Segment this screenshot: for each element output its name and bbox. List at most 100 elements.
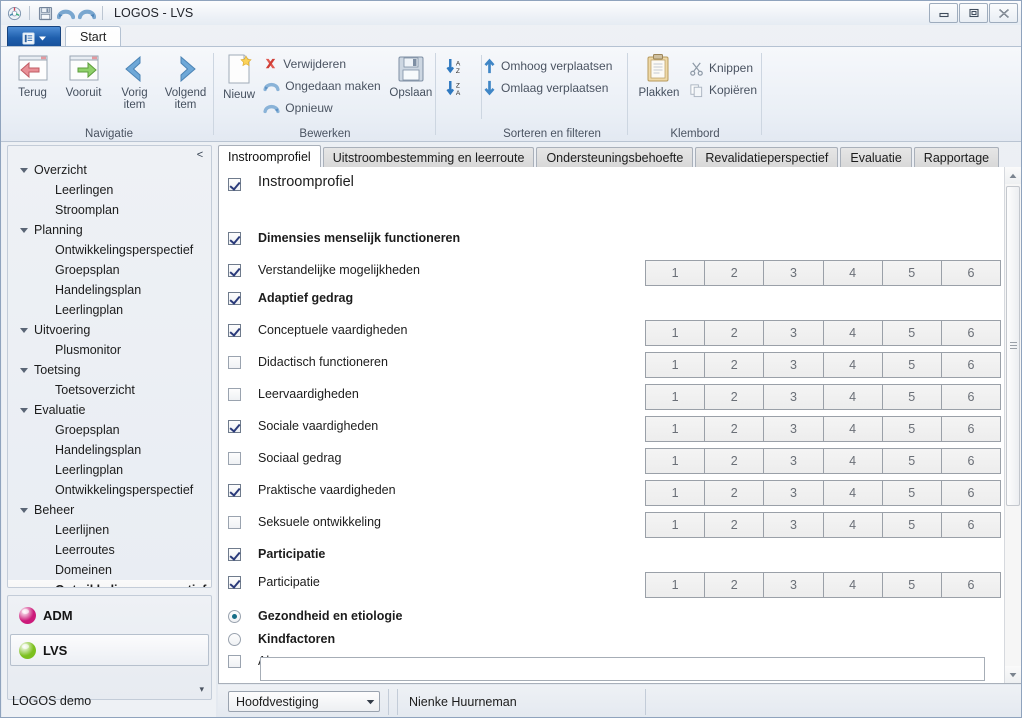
rating-scale-cell-1[interactable]: 1: [646, 573, 706, 597]
sidebar-item-plusmonitor[interactable]: Plusmonitor: [8, 340, 211, 360]
rating-scale-cell-3[interactable]: 3: [764, 481, 824, 505]
rating-scale-cell-2[interactable]: 2: [705, 417, 765, 441]
sidebar-item-ontwikkelingsperspectief[interactable]: Ontwikkelingsperspectief: [8, 480, 211, 500]
rating-scale-cell-3[interactable]: 3: [764, 321, 824, 345]
profile-row-checkbox[interactable]: [228, 655, 241, 668]
rating-scale-cell-1[interactable]: 1: [646, 481, 706, 505]
sort-ascending-button[interactable]: A Z: [443, 55, 467, 77]
scroll-down-button[interactable]: [1005, 666, 1021, 683]
profile-row-checkbox[interactable]: [228, 292, 241, 305]
sidebar-item-ontwikkelingsperspectief[interactable]: Ontwikkelingsperspectief: [8, 240, 211, 260]
tab-start[interactable]: Start: [65, 26, 122, 47]
redo-icon[interactable]: [78, 4, 96, 22]
rating-scale-cell-4[interactable]: 4: [823, 385, 883, 409]
rating-scale-cell-3[interactable]: 3: [764, 353, 824, 377]
rating-scale-cell-2[interactable]: 2: [705, 385, 765, 409]
profile-row-radio[interactable]: [228, 610, 241, 623]
profile-row-checkbox[interactable]: [228, 264, 241, 277]
sidebar-item-groepsplan[interactable]: Groepsplan: [8, 260, 211, 280]
rating-scale-cell-4[interactable]: 4: [823, 353, 883, 377]
profile-row-checkbox[interactable]: [228, 356, 241, 369]
rating-scale-cell-4[interactable]: 4: [823, 513, 883, 537]
profile-row-checkbox[interactable]: [228, 388, 241, 401]
expand-triangle-icon[interactable]: [20, 227, 28, 233]
rating-scale-cell-1[interactable]: 1: [646, 417, 706, 441]
sidebar-item-leerlingplan[interactable]: Leerlingplan: [8, 460, 211, 480]
rating-scale-cell-1[interactable]: 1: [646, 321, 706, 345]
scroll-up-button[interactable]: [1005, 167, 1021, 184]
rating-scale-cell-1[interactable]: 1: [646, 449, 706, 473]
new-button[interactable]: Nieuw: [217, 49, 261, 101]
redo-button[interactable]: Opnieuw: [261, 97, 382, 119]
sidebar-item-handelingsplan[interactable]: Handelingsplan: [8, 280, 211, 300]
rating-scale-cell-6[interactable]: 6: [941, 449, 1001, 473]
rating-scale-cell-2[interactable]: 2: [705, 261, 765, 285]
sidebar-item-domeinen[interactable]: Domeinen: [8, 560, 211, 580]
rating-scale-cell-5[interactable]: 5: [882, 449, 942, 473]
sidebar-item-overzicht[interactable]: Overzicht: [8, 160, 211, 180]
save-icon[interactable]: [36, 4, 54, 22]
move-up-button[interactable]: Omhoog verplaatsen: [481, 55, 614, 77]
rating-scale-cell-5[interactable]: 5: [882, 513, 942, 537]
rating-scale-cell-6[interactable]: 6: [941, 261, 1001, 285]
profile-row-checkbox[interactable]: [228, 420, 241, 433]
rating-scale-cell-5[interactable]: 5: [882, 261, 942, 285]
minimize-button[interactable]: [929, 3, 958, 23]
profile-row-checkbox[interactable]: [228, 576, 241, 589]
sidebar-item-stroomplan[interactable]: Stroomplan: [8, 200, 211, 220]
rating-scale-cell-5[interactable]: 5: [882, 353, 942, 377]
sidebar-item-planning[interactable]: Planning: [8, 220, 211, 240]
nav-next-item-button[interactable]: Volgend item: [160, 49, 211, 111]
rating-scale-cell-6[interactable]: 6: [941, 321, 1001, 345]
rating-scale-cell-6[interactable]: 6: [941, 353, 1001, 377]
sidebar-item-leerlingplan[interactable]: Leerlingplan: [8, 300, 211, 320]
sidebar-item-ontwikkelingsperspectief[interactable]: Ontwikkelingsperspectief: [8, 580, 211, 587]
profile-row-checkbox[interactable]: [228, 516, 241, 529]
cut-button[interactable]: Knippen: [687, 57, 759, 79]
rating-scale-cell-2[interactable]: 2: [705, 321, 765, 345]
rating-scale-cell-4[interactable]: 4: [823, 481, 883, 505]
delete-button[interactable]: Verwijderen: [261, 53, 382, 75]
rating-scale-cell-4[interactable]: 4: [823, 417, 883, 441]
rating-scale-cell-2[interactable]: 2: [705, 353, 765, 377]
expand-triangle-icon[interactable]: [20, 167, 28, 173]
rating-scale-cell-3[interactable]: 3: [764, 261, 824, 285]
profile-row-checkbox[interactable]: [228, 548, 241, 561]
sidebar-item-toetsing[interactable]: Toetsing: [8, 360, 211, 380]
expand-triangle-icon[interactable]: [20, 327, 28, 333]
content-tab-instroomprofiel[interactable]: Instroomprofiel: [218, 145, 321, 167]
profile-row-radio[interactable]: [228, 633, 241, 646]
rating-scale-cell-3[interactable]: 3: [764, 513, 824, 537]
location-select[interactable]: Hoofdvestiging: [228, 691, 380, 712]
expand-triangle-icon[interactable]: [20, 407, 28, 413]
module-item-lvs[interactable]: LVS: [10, 634, 209, 666]
sidebar-item-beheer[interactable]: Beheer: [8, 500, 211, 520]
rating-scale-cell-4[interactable]: 4: [823, 261, 883, 285]
sidebar-item-uitvoering[interactable]: Uitvoering: [8, 320, 211, 340]
profile-row-checkbox[interactable]: [228, 232, 241, 245]
close-button[interactable]: [989, 3, 1018, 23]
module-more-icon[interactable]: ▾: [199, 684, 204, 695]
profile-row-checkbox[interactable]: [228, 178, 241, 191]
content-tab-rapportage[interactable]: Rapportage: [913, 147, 1000, 167]
rating-scale-cell-1[interactable]: 1: [646, 353, 706, 377]
profile-row-checkbox[interactable]: [228, 324, 241, 337]
rating-scale-cell-6[interactable]: 6: [941, 481, 1001, 505]
copy-button[interactable]: Kopiëren: [687, 79, 759, 101]
sidebar-item-leerroutes[interactable]: Leerroutes: [8, 540, 211, 560]
sidebar-item-evaluatie[interactable]: Evaluatie: [8, 400, 211, 420]
rating-scale-cell-1[interactable]: 1: [646, 385, 706, 409]
content-tab-evaluatie[interactable]: Evaluatie: [840, 147, 912, 167]
content-tab-ondersteuningsbehoefte[interactable]: Ondersteuningsbehoefte: [536, 147, 694, 167]
rating-scale-cell-2[interactable]: 2: [705, 573, 765, 597]
rating-scale-cell-4[interactable]: 4: [823, 321, 883, 345]
sidebar-item-toetsoverzicht[interactable]: Toetsoverzicht: [8, 380, 211, 400]
content-tab-revalidatieperspectief[interactable]: Revalidatieperspectief: [695, 147, 839, 167]
maximize-button[interactable]: [959, 3, 988, 23]
profile-row-checkbox[interactable]: [228, 484, 241, 497]
algemeen-text-input[interactable]: [260, 657, 985, 681]
rating-scale-cell-2[interactable]: 2: [705, 481, 765, 505]
paste-button[interactable]: Plakken: [631, 49, 687, 99]
nav-previous-item-button[interactable]: Vorig item: [109, 49, 160, 111]
scrollbar-thumb[interactable]: [1006, 186, 1020, 506]
